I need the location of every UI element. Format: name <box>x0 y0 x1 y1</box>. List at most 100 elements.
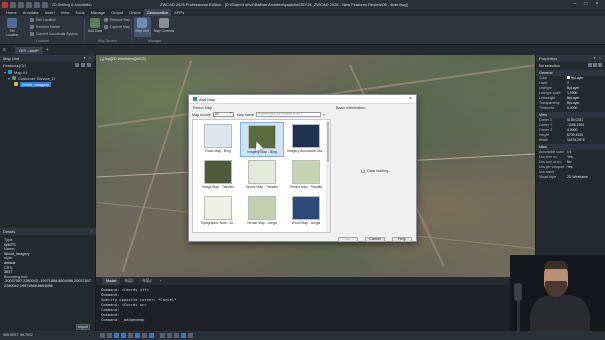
add-data-label: Add Data <box>87 29 103 33</box>
annotation-scale-icon[interactable] <box>167 333 172 338</box>
polar-toggle-icon[interactable] <box>121 333 126 338</box>
map-option-world-arcgis[interactable]: World Map - Arcgis <box>284 194 328 229</box>
map-controls-button[interactable]: Map Controls <box>153 18 175 33</box>
tab-layout1[interactable]: 布局1 <box>120 277 138 285</box>
cancel-button[interactable]: Cancel <box>365 237 385 242</box>
edit-location-button[interactable]: Edit Location <box>30 18 56 22</box>
minimize-icon[interactable]: – <box>570 1 580 8</box>
dialog-title-bar[interactable]: Add Map × <box>189 95 416 104</box>
app-logo-icon[interactable] <box>2 1 8 8</box>
refresh-icon[interactable] <box>87 63 91 67</box>
map-option-imagery-bing[interactable]: Imagery Map - Bing <box>240 122 284 157</box>
lineweight-toggle-icon[interactable] <box>142 333 147 338</box>
quick-select-icon[interactable] <box>598 63 602 67</box>
add-layout-plus-icon[interactable]: + <box>156 277 166 285</box>
set-location-button[interactable]: Set Location <box>3 18 21 37</box>
prop-row[interactable]: Width 11876.2978 <box>536 138 605 143</box>
color-swatch <box>567 76 570 79</box>
osnap-toggle-icon[interactable] <box>128 333 133 338</box>
map-option-terrain-tianditu[interactable]: Terrain Map - Tianditu <box>284 158 328 193</box>
detail-bounding-box: Bounding box: -20037507.2280042,-19971868… <box>0 275 96 289</box>
prop-value: 0.0000 <box>567 106 578 110</box>
map-option-imagery-annotation[interactable]: Imagery Annotation Ma... <box>284 122 328 157</box>
grid-toggle-icon[interactable] <box>100 333 105 338</box>
tree-item-world-imagery[interactable]: World_Imagery <box>0 81 95 87</box>
menu-output[interactable]: Output <box>108 9 126 16</box>
otrack-toggle-icon[interactable] <box>135 333 140 338</box>
map-caption: Imagery Map - Bing <box>247 150 277 154</box>
scrollbar-thumb[interactable] <box>327 122 329 162</box>
ortho-toggle-icon[interactable] <box>114 333 119 338</box>
map-option-topographic-arcgis[interactable]: Topographic Note - Ar... <box>196 194 240 229</box>
dynamic-input-toggle-icon[interactable] <box>149 333 154 338</box>
tab-layout2[interactable]: 布局2 <box>138 277 156 285</box>
toggle-pickadd-icon[interactable] <box>588 63 592 67</box>
menu-geolocation[interactable]: Geolocation <box>143 9 172 16</box>
save-icon[interactable] <box>26 1 32 8</box>
new-tab-plus-icon[interactable]: + <box>46 47 49 53</box>
map-option-road-bing[interactable]: Road Map - Bing <box>196 122 240 157</box>
thumbnail-scrollbar[interactable] <box>326 120 330 232</box>
add-layer-icon[interactable] <box>75 63 79 67</box>
properties-panel-title: Properties <box>539 56 558 61</box>
selection-dropdown[interactable]: No selection <box>536 62 605 69</box>
command-line[interactable]: Command: <Coords off> Command: Specify o… <box>96 285 535 331</box>
redo-icon[interactable] <box>42 1 48 8</box>
delete-layer-icon[interactable] <box>81 63 85 67</box>
hamburger-menu-icon[interactable]: ≡ <box>3 47 9 53</box>
map-source-dropdown[interactable]: All <box>212 112 234 117</box>
map-thumbnail <box>292 124 320 148</box>
presenter-body <box>530 295 590 331</box>
workspace-switcher[interactable]: 2D Drafting & Annotation <box>52 3 92 7</box>
file-tab-gis-start[interactable]: GIS - start* <box>15 46 43 54</box>
undo-icon[interactable] <box>34 1 40 8</box>
model-space-icon[interactable] <box>160 333 165 338</box>
collapse-icon[interactable]: ▫ <box>91 228 93 233</box>
isolate-icon[interactable] <box>181 333 186 338</box>
close-icon[interactable]: × <box>592 1 602 8</box>
prop-value: 11876.2978 <box>567 138 585 142</box>
tab-model[interactable]: Model <box>102 277 121 285</box>
ok-button[interactable]: OK <box>338 237 358 242</box>
reorient-marker-button[interactable]: Reorient Marker <box>30 25 60 29</box>
open-file-icon[interactable] <box>18 1 24 8</box>
menu-apps[interactable]: APPs <box>171 9 187 16</box>
import-button[interactable]: Import <box>76 324 90 330</box>
menu-manage[interactable]: Manage <box>88 9 108 16</box>
map-option-terrain-arcgis[interactable]: Terrain Map - Arcgis <box>240 194 284 229</box>
close-icon[interactable]: × <box>409 96 412 102</box>
new-file-icon[interactable] <box>10 1 16 8</box>
map-option-vector-tianditu[interactable]: Vector Map - Tianditu <box>240 158 284 193</box>
menu-online[interactable]: Online <box>126 9 144 16</box>
menu-annotate[interactable]: Annotate <box>20 9 42 16</box>
command-input[interactable]: Command: _addgeomap <box>101 317 535 322</box>
panel-controls-icon[interactable]: ▾ × <box>84 55 92 60</box>
remove-map-button[interactable]: Remove Map <box>104 18 130 22</box>
help-button[interactable]: Help <box>392 237 412 242</box>
add-data-button[interactable]: Add Data <box>86 18 104 33</box>
convert-coordinate-button[interactable]: Convert Coordinate System <box>30 32 78 36</box>
map-option-image-tianditu[interactable]: Image Map - Tianditu <box>196 158 240 193</box>
selection-value: No selection <box>539 63 560 68</box>
panel-controls-icon[interactable]: ▾ × <box>594 55 602 60</box>
capture-map-button[interactable]: Capture Map <box>104 25 130 29</box>
customize-icon[interactable] <box>188 333 193 338</box>
detail-style: style: default <box>0 256 96 265</box>
menu-insert[interactable]: Insert <box>42 9 58 16</box>
prop-row[interactable]: Thickness 0.0000 <box>536 106 605 111</box>
select-objects-icon[interactable] <box>593 63 597 67</box>
viewport-label[interactable]: [-][Top][2D Wireframe][WCS] <box>100 57 146 61</box>
imagery-layer-icon <box>14 82 18 86</box>
menu-view[interactable]: View <box>58 9 73 16</box>
workspace-icon[interactable] <box>174 333 179 338</box>
map-unit-panel-header: Map Unit ▾ × <box>0 55 95 62</box>
search-icon[interactable]: ⌕ <box>323 112 325 117</box>
menu-home[interactable]: Home <box>3 9 20 16</box>
map-unit-button[interactable]: Map Unit <box>133 18 151 33</box>
add-map-icon <box>193 97 197 101</box>
maximize-icon[interactable]: □ <box>581 1 591 8</box>
menu-tools[interactable]: Tools <box>72 9 87 16</box>
prop-row[interactable]: Visual style 2D Wireframe <box>536 175 605 180</box>
map-name-search-input[interactable]: Please input the content to be s <box>255 112 321 117</box>
snap-toggle-icon[interactable] <box>107 333 112 338</box>
